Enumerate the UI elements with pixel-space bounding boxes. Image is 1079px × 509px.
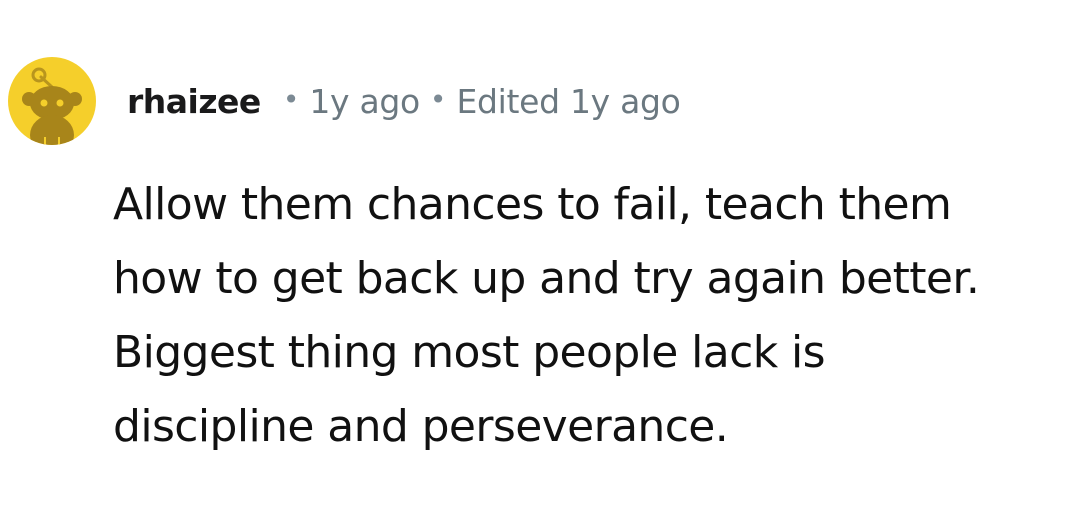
username-link[interactable]: rhaizee [127, 82, 261, 121]
comment-card: rhaizee • 1y ago • Edited 1y ago Allow t… [0, 0, 1079, 509]
separator-dot: • [429, 82, 447, 116]
comment-body-line: Biggest thing most people lack is [113, 327, 826, 378]
avatar[interactable] [8, 57, 96, 145]
comment-body-line: discipline and perseverance. [113, 401, 729, 452]
comment-body-line: Allow them chances to fail, teach them [113, 179, 952, 230]
comment-body-line: how to get back up and try again better. [113, 253, 980, 304]
separator-dot: • [282, 82, 300, 116]
comment-meta: rhaizee • 1y ago • Edited 1y ago [127, 77, 681, 125]
snoo-avatar-icon [22, 67, 82, 145]
edited-label: Edited 1y ago [456, 81, 681, 121]
timestamp: 1y ago [309, 81, 420, 121]
comment-body: Allow them chances to fail, teach them h… [113, 168, 1053, 464]
